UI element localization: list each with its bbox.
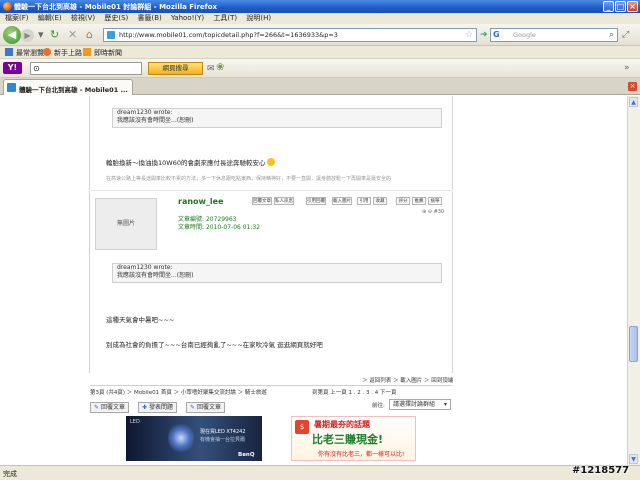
reply-post-button[interactable]: ✎ 回覆文章 — [186, 402, 225, 413]
address-bar[interactable]: http://www.mobile01.com/topicdetail.php?… — [103, 28, 477, 42]
post-username[interactable]: ranow_lee — [178, 197, 224, 206]
site-favicon-icon — [107, 31, 115, 39]
menu-bar: 檔案(F) 編輯(E) 檢視(V) 歷史(S) 書籤(B) Yahoo!(Y) … — [0, 13, 640, 24]
tab-current[interactable]: 體驗一下台北到高雄 - Mobile01 ... — [3, 79, 133, 95]
toolbar-chevron-icon[interactable]: » — [624, 62, 630, 74]
fullscreen-icon[interactable]: ⤢ — [622, 29, 629, 41]
close-tab-icon[interactable]: × — [628, 82, 637, 91]
addon-icon[interactable]: ❀ — [216, 62, 224, 74]
quote-reply-button[interactable]: 引用回覆 — [306, 197, 326, 205]
post-body-line: 這種天氣會中暑吧~~~ — [106, 316, 175, 324]
google-icon[interactable]: G — [493, 30, 503, 40]
post-body: 輪胎換新～換油換10W60的會劇來應付長途奔馳較安心 — [106, 157, 276, 167]
post-body-line: 別成為社會的負擔了~~~台南已經夠亂了~~~在家吹冷氣 逛逛網頁就好吧 — [106, 341, 323, 349]
go-arrow-icon[interactable]: ➜ — [480, 29, 488, 41]
close-window-button[interactable]: × — [627, 1, 638, 12]
quote-text: 我應該沒有會時間坐...(恕刪) — [117, 272, 194, 279]
reply-button[interactable]: 回覆文章 — [252, 197, 272, 205]
forum-jump-select[interactable]: 請選擇討論群組 ▾ — [389, 399, 451, 410]
quote-block: dream1230 wrote: 我應該沒有會時間坐...(恕刪) — [112, 263, 442, 283]
scroll-up-icon[interactable]: ▲ — [629, 97, 638, 107]
menu-yahoo[interactable]: Yahoo!(Y) — [171, 13, 204, 24]
url-text: http://www.mobile01.com/topicdetail.php?… — [119, 31, 338, 39]
window-title: 體驗一下台北到高雄 - Mobile01 討論群組 - Mozilla Fire… — [14, 3, 218, 11]
reply-post-button[interactable]: ✎ 回覆文章 — [90, 402, 129, 413]
maximize-button[interactable]: □ — [615, 1, 626, 12]
rate-button[interactable]: 評分 — [396, 197, 410, 205]
firefox-icon — [3, 2, 12, 11]
menu-bookmarks[interactable]: 書籤(B) — [138, 13, 162, 24]
vertical-scrollbar[interactable] — [627, 96, 640, 465]
home-icon[interactable]: ⌂ — [86, 29, 93, 41]
dropdown-arrow-icon[interactable]: ▾ — [38, 29, 44, 41]
search-icon: ⊙ — [33, 64, 40, 73]
post-nav-icon[interactable]: ⊕ ⊖ — [422, 209, 432, 215]
post-footer-links[interactable]: ＞ 返回列表 ＞ 載入圖片 ＞ 回到頂端 — [362, 376, 453, 384]
post-signature: 在高速公路上等長途開車比較不累的方法，多一下休息跟吃點東西，保持精神好，不要一直… — [106, 176, 392, 182]
rss-icon — [83, 48, 91, 56]
quote-text: 我應該沒有會時間坐...(恕刪) — [117, 117, 194, 124]
ad-product-glow — [168, 422, 194, 454]
quote-author: dream1230 wrote: — [117, 109, 173, 116]
new-topic-button[interactable]: ✚ 發表問題 — [138, 402, 177, 413]
private-message-button[interactable]: 私人訊息 — [274, 197, 294, 205]
minimize-button[interactable]: _ — [603, 1, 614, 12]
load-images-button[interactable]: 載入圖片 — [332, 197, 352, 205]
bookmark-star-icon[interactable]: ☆ — [465, 29, 473, 41]
chevron-down-icon: ▾ — [443, 401, 447, 408]
mail-icon[interactable]: ✉ — [207, 63, 215, 75]
post-date-row: 文章時間: 2010-07-06 01:32 — [178, 224, 261, 231]
promo-ad-banner[interactable]: $ 暑期最夯的話題 比老三賺現金! 你有沒有比老三，都一樣可以比! — [291, 416, 416, 461]
divider — [90, 385, 452, 386]
search-placeholder: Google — [513, 31, 536, 39]
benq-led-ad-banner[interactable]: LED 現在買LED XT4242 有機會抽一台拉貝爾 BenQ — [126, 416, 262, 461]
reply-icon: ✎ — [94, 404, 100, 411]
menu-help[interactable]: 說明(H) — [246, 13, 271, 24]
bookmark-latest-news[interactable]: 即時新聞 — [83, 48, 122, 58]
pagination[interactable]: 到第頁 上一頁 1 . 2 . 3 . 4 下一頁 — [312, 388, 396, 396]
menu-file[interactable]: 檔案(F) — [5, 13, 29, 24]
scroll-down-icon[interactable]: ▼ — [629, 454, 638, 464]
menu-edit[interactable]: 編輯(E) — [38, 13, 62, 24]
status-bar: 完成 — [0, 465, 640, 480]
search-icon[interactable]: ⌕ — [609, 29, 614, 41]
tab-label: 體驗一下台北到高雄 - Mobile01 ... — [19, 86, 128, 94]
report-button[interactable]: 檢舉 — [428, 197, 442, 205]
promo-badge-icon: $ — [295, 420, 309, 434]
smiley-icon — [267, 158, 276, 166]
menu-view[interactable]: 檢視(V) — [71, 13, 95, 24]
quote-author: dream1230 wrote: — [117, 264, 173, 271]
quote-block: dream1230 wrote: 我應該沒有會時間坐...(恕刪) — [112, 108, 442, 128]
tab-favicon-icon — [7, 83, 16, 92]
window-title-bar: 體驗一下台北到高雄 - Mobile01 討論群組 - Mozilla Fire… — [0, 0, 640, 13]
favorite-button[interactable]: 收藏 — [373, 197, 387, 205]
yahoo-logo[interactable]: Y! — [3, 62, 22, 74]
reload-icon[interactable]: ↻ — [50, 29, 59, 41]
jump-label: 前往: — [372, 403, 385, 409]
menu-tools[interactable]: 工具(T) — [213, 13, 237, 24]
recommend-button[interactable]: 推薦 — [412, 197, 426, 205]
back-button[interactable]: ◀ — [3, 26, 21, 44]
firefox-icon — [43, 48, 51, 56]
avatar[interactable]: 無圖片 — [95, 198, 157, 250]
yahoo-web-search-button[interactable]: 網頁搜尋 — [148, 62, 203, 75]
reply-icon: ✎ — [190, 404, 196, 411]
new-topic-icon: ✚ — [142, 404, 148, 411]
menu-history[interactable]: 歷史(S) — [104, 13, 128, 24]
folder-icon — [5, 48, 13, 56]
post-date: 2010-07-06 01:32 — [205, 224, 261, 231]
benq-logo: BenQ — [238, 452, 255, 458]
breadcrumb[interactable]: 第3頁 (共4頁) ＞ Mobile01 首頁 ＞ 小眾嗜好聚集交流討論 ＞ 騎… — [90, 388, 290, 398]
forward-button[interactable]: ▶ — [21, 29, 34, 42]
bookmark-most-visited[interactable]: 最常瀏覽 — [5, 48, 44, 58]
watermark: #1218577 — [572, 465, 630, 476]
stop-icon[interactable]: ✕ — [68, 29, 77, 41]
quote-button[interactable]: 引用 — [357, 197, 371, 205]
scrollbar-thumb[interactable] — [629, 326, 638, 362]
bookmark-getting-started[interactable]: 新手上路 — [43, 48, 82, 58]
status-text: 完成 — [3, 470, 17, 478]
post-number: ⊕ ⊖ #30 — [422, 209, 445, 215]
yahoo-search-input[interactable]: ⊙ — [30, 62, 142, 75]
search-box[interactable]: G Google ⌕ — [490, 28, 618, 42]
